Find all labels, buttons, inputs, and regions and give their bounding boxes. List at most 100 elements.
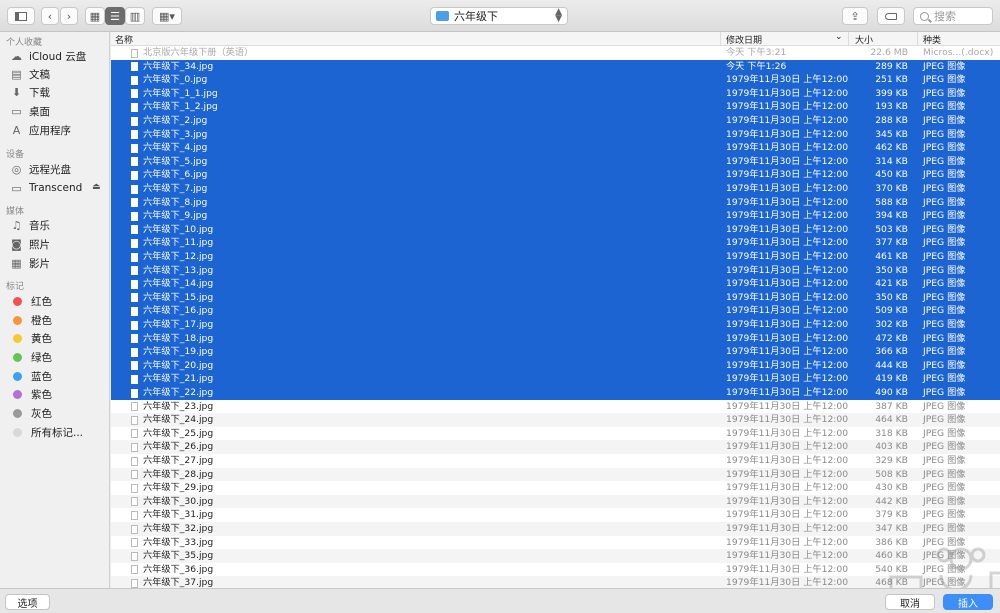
file-row[interactable]: 六年级下_1_2.jpg 1979年11月30日 上午12:00 193 KB JPE… xyxy=(111,100,1000,114)
eject-icon[interactable]: ⏏ xyxy=(92,182,101,192)
tag-button[interactable] xyxy=(877,7,905,25)
file-row[interactable]: 六年级下_3.jpg 1979年11月30日 上午12:00 345 KB JPEG … xyxy=(111,127,1000,142)
file-date: 1979年11月30日 上午12:00 xyxy=(726,577,849,588)
sidebar-item-label: 文稿 xyxy=(29,68,50,81)
column-divider[interactable] xyxy=(720,32,721,46)
column-kind-header[interactable]: 种类 xyxy=(923,33,941,46)
column-divider[interactable] xyxy=(917,32,918,46)
file-row[interactable]: 六年级下_16.jpg 1979年11月30日 上午12:00 509 KB JPEG… xyxy=(111,304,1000,318)
back-button[interactable]: ‹ xyxy=(41,7,59,25)
file-icon xyxy=(131,442,138,452)
file-row[interactable]: 六年级下_5.jpg 1979年11月30日 上午12:00 314 KB JPEG … xyxy=(111,154,1000,169)
column-divider[interactable] xyxy=(848,32,849,46)
sidebar-item-photos[interactable]: ◙ 照片 xyxy=(10,235,50,253)
sidebar: 个人收藏 ☁ iCloud 云盘 ▤ 文稿 ⬇ 下载 ▭ 桌面 A 应用程序 设备 ◎ 远程… xyxy=(0,32,110,588)
file-date: 1979年11月30日 上午12:00 xyxy=(726,74,849,86)
file-row[interactable]: 六年级下_21.jpg 1979年11月30日 上午12:00 419 KB JPEG… xyxy=(111,372,1000,386)
sidebar-item-applications[interactable]: A 应用程序 xyxy=(10,121,71,139)
sidebar-item-documents[interactable]: ▤ 文稿 xyxy=(10,65,50,83)
icon-view-button[interactable]: ▦ xyxy=(85,7,105,25)
column-size-header[interactable]: 大小 xyxy=(855,33,873,46)
sidebar-item-icloud[interactable]: ☁ iCloud 云盘 xyxy=(10,47,86,65)
list-view-button[interactable]: ☰ xyxy=(105,7,125,25)
file-row[interactable]: 六年级下_18.jpg 1979年11月30日 上午12:00 472 KB JPEG… xyxy=(111,331,1000,346)
file-size: 302 KB xyxy=(875,319,908,330)
file-row[interactable]: 六年级下_36.jpg 1979年11月30日 上午12:00 540 KB JPEG… xyxy=(111,563,1000,577)
file-row[interactable]: 六年级下_9.jpg 1979年11月30日 上午12:00 394 KB JPEG … xyxy=(111,209,1000,223)
file-row[interactable]: 六年级下_31.jpg 1979年11月30日 上午12:00 379 KB JPEG… xyxy=(111,508,1000,522)
share-button[interactable]: ⇪ xyxy=(842,7,868,25)
file-row[interactable]: 六年级下_19.jpg 1979年11月30日 上午12:00 366 KB JPEG… xyxy=(111,345,1000,359)
search-input[interactable]: 搜索 xyxy=(913,7,993,25)
sidebar-tag-all[interactable]: 所有标记... xyxy=(10,423,83,441)
file-row[interactable]: 六年级下_25.jpg 1979年11月30日 上午12:00 318 KB JPEG… xyxy=(111,427,1000,441)
file-size: 288 KB xyxy=(875,115,908,126)
file-row[interactable]: 六年级下_33.jpg 1979年11月30日 上午12:00 386 KB JPEG… xyxy=(111,536,1000,550)
forward-button[interactable]: › xyxy=(60,7,78,25)
file-row[interactable]: 六年级下_27.jpg 1979年11月30日 上午12:00 329 KB JPEG… xyxy=(111,454,1000,468)
options-button[interactable]: 选项 xyxy=(5,594,50,610)
sidebar-tag-blue[interactable]: 蓝色 xyxy=(10,367,52,385)
location-popup[interactable]: 六年级下 ▲ ▼ xyxy=(430,7,568,25)
file-row[interactable]: 六年级下_17.jpg 1979年11月30日 上午12:00 302 KB JPEG… xyxy=(111,318,1000,332)
file-row[interactable]: 六年级下_20.jpg 1979年11月30日 上午12:00 444 KB JPEG… xyxy=(111,358,1000,373)
file-row[interactable]: 六年级下_34.jpg 今天 下午1:26 289 KB JPEG 图像 xyxy=(111,59,1000,74)
file-row[interactable]: 六年级下_24.jpg 1979年11月30日 上午12:00 464 KB JPEG… xyxy=(111,413,1000,427)
file-date: 1979年11月30日 上午12:00 xyxy=(726,468,849,480)
file-name: 六年级下_11.jpg xyxy=(143,237,214,249)
file-size: 421 KB xyxy=(875,278,908,290)
file-row[interactable]: 六年级下_1_1.jpg 1979年11月30日 上午12:00 399 KB JPE… xyxy=(111,86,1000,101)
sidebar-tag-yellow[interactable]: 黄色 xyxy=(10,329,52,347)
file-icon xyxy=(131,551,138,561)
arrange-button[interactable]: ▦▾ xyxy=(152,7,182,25)
sidebar-item-desktop[interactable]: ▭ 桌面 xyxy=(10,102,50,120)
cancel-button[interactable]: 取消 xyxy=(885,594,935,610)
file-row[interactable]: 六年级下_13.jpg 1979年11月30日 上午12:00 350 KB JPEG… xyxy=(111,263,1000,278)
sidebar-tag-green[interactable]: 绿色 xyxy=(10,348,52,366)
file-row[interactable]: 六年级下_29.jpg 1979年11月30日 上午12:00 430 KB JPEG… xyxy=(111,481,1000,495)
file-row[interactable]: 六年级下_35.jpg 1979年11月30日 上午12:00 460 KB JPEG… xyxy=(111,549,1000,563)
sidebar-tag-purple[interactable]: 紫色 xyxy=(10,385,52,403)
insert-button[interactable]: 插入 xyxy=(943,594,993,610)
file-row[interactable]: 六年级下_32.jpg 1979年11月30日 上午12:00 347 KB JPEG… xyxy=(111,522,1000,536)
file-kind: JPEG 图像 xyxy=(923,455,966,466)
file-name: 六年级下_22.jpg xyxy=(143,387,214,398)
sidebar-item-transcend[interactable]: ▭ Transcend xyxy=(10,179,82,197)
sidebar-item-downloads[interactable]: ⬇ 下载 xyxy=(10,83,50,101)
sidebar-tag-orange[interactable]: 橙色 xyxy=(10,311,52,329)
file-kind: JPEG 图像 xyxy=(923,577,966,588)
tag-icon xyxy=(885,12,897,20)
file-row[interactable]: 北京版六年级下册（英语） 今天 下午3:21 22.6 MB Micros...(.d… xyxy=(111,46,1000,60)
file-row[interactable]: 六年级下_12.jpg 1979年11月30日 上午12:00 461 KB JPEG… xyxy=(111,250,1000,264)
file-row[interactable]: 六年级下_15.jpg 1979年11月30日 上午12:00 350 KB JPEG… xyxy=(111,290,1000,305)
file-row[interactable]: 六年级下_30.jpg 1979年11月30日 上午12:00 442 KB JPEG… xyxy=(111,494,1000,509)
column-view-button[interactable]: ▥ xyxy=(125,7,145,25)
file-row[interactable]: 六年级下_26.jpg 1979年11月30日 上午12:00 403 KB JPEG… xyxy=(111,440,1000,454)
sidebar-tag-red[interactable]: 红色 xyxy=(10,292,52,310)
file-row[interactable]: 六年级下_6.jpg 1979年11月30日 上午12:00 450 KB JPEG … xyxy=(111,168,1000,182)
sidebar-tag-gray[interactable]: 灰色 xyxy=(10,404,52,422)
sidebar-item-movies[interactable]: ▦ 影片 xyxy=(10,254,50,272)
file-row[interactable]: 六年级下_10.jpg 1979年11月30日 上午12:00 503 KB JPEG… xyxy=(111,222,1000,237)
file-row[interactable]: 六年级下_4.jpg 1979年11月30日 上午12:00 462 KB JPEG … xyxy=(111,141,1000,155)
file-size: 444 KB xyxy=(875,359,908,371)
file-size: 22.6 MB xyxy=(870,47,908,58)
sidebar-item-music[interactable]: ♫ 音乐 xyxy=(10,216,50,234)
sidebar-item-remote-disc[interactable]: ◎ 远程光盘 xyxy=(10,160,71,178)
file-row[interactable]: 六年级下_37.jpg 1979年11月30日 上午12:00 468 KB JPEG… xyxy=(111,576,1000,588)
sidebar-toggle-button[interactable] xyxy=(7,7,35,25)
file-row[interactable]: 六年级下_7.jpg 1979年11月30日 上午12:00 370 KB JPEG … xyxy=(111,182,1000,196)
file-row[interactable]: 六年级下_11.jpg 1979年11月30日 上午12:00 377 KB JPEG… xyxy=(111,236,1000,250)
file-row[interactable]: 六年级下_28.jpg 1979年11月30日 上午12:00 508 KB JPEG… xyxy=(111,467,1000,482)
file-row[interactable]: 六年级下_8.jpg 1979年11月30日 上午12:00 588 KB JPEG … xyxy=(111,195,1000,210)
column-name-header[interactable]: 名称 xyxy=(115,33,133,46)
file-row[interactable]: 六年级下_22.jpg 1979年11月30日 上午12:00 490 KB JPEG… xyxy=(111,386,1000,400)
disc-icon: ◎ xyxy=(11,162,22,176)
file-icon xyxy=(131,211,138,221)
column-date-header[interactable]: 修改日期 xyxy=(726,33,762,46)
sidebar-header-devices: 设备 xyxy=(6,150,25,160)
file-row[interactable]: 六年级下_23.jpg 1979年11月30日 上午12:00 387 KB JPEG… xyxy=(111,400,1000,414)
file-row[interactable]: 六年级下_2.jpg 1979年11月30日 上午12:00 288 KB JPEG … xyxy=(111,114,1000,128)
file-row[interactable]: 六年级下_14.jpg 1979年11月30日 上午12:00 421 KB JPEG… xyxy=(111,277,1000,291)
file-row[interactable]: 六年级下_0.jpg 1979年11月30日 上午12:00 251 KB JPEG … xyxy=(111,73,1000,87)
